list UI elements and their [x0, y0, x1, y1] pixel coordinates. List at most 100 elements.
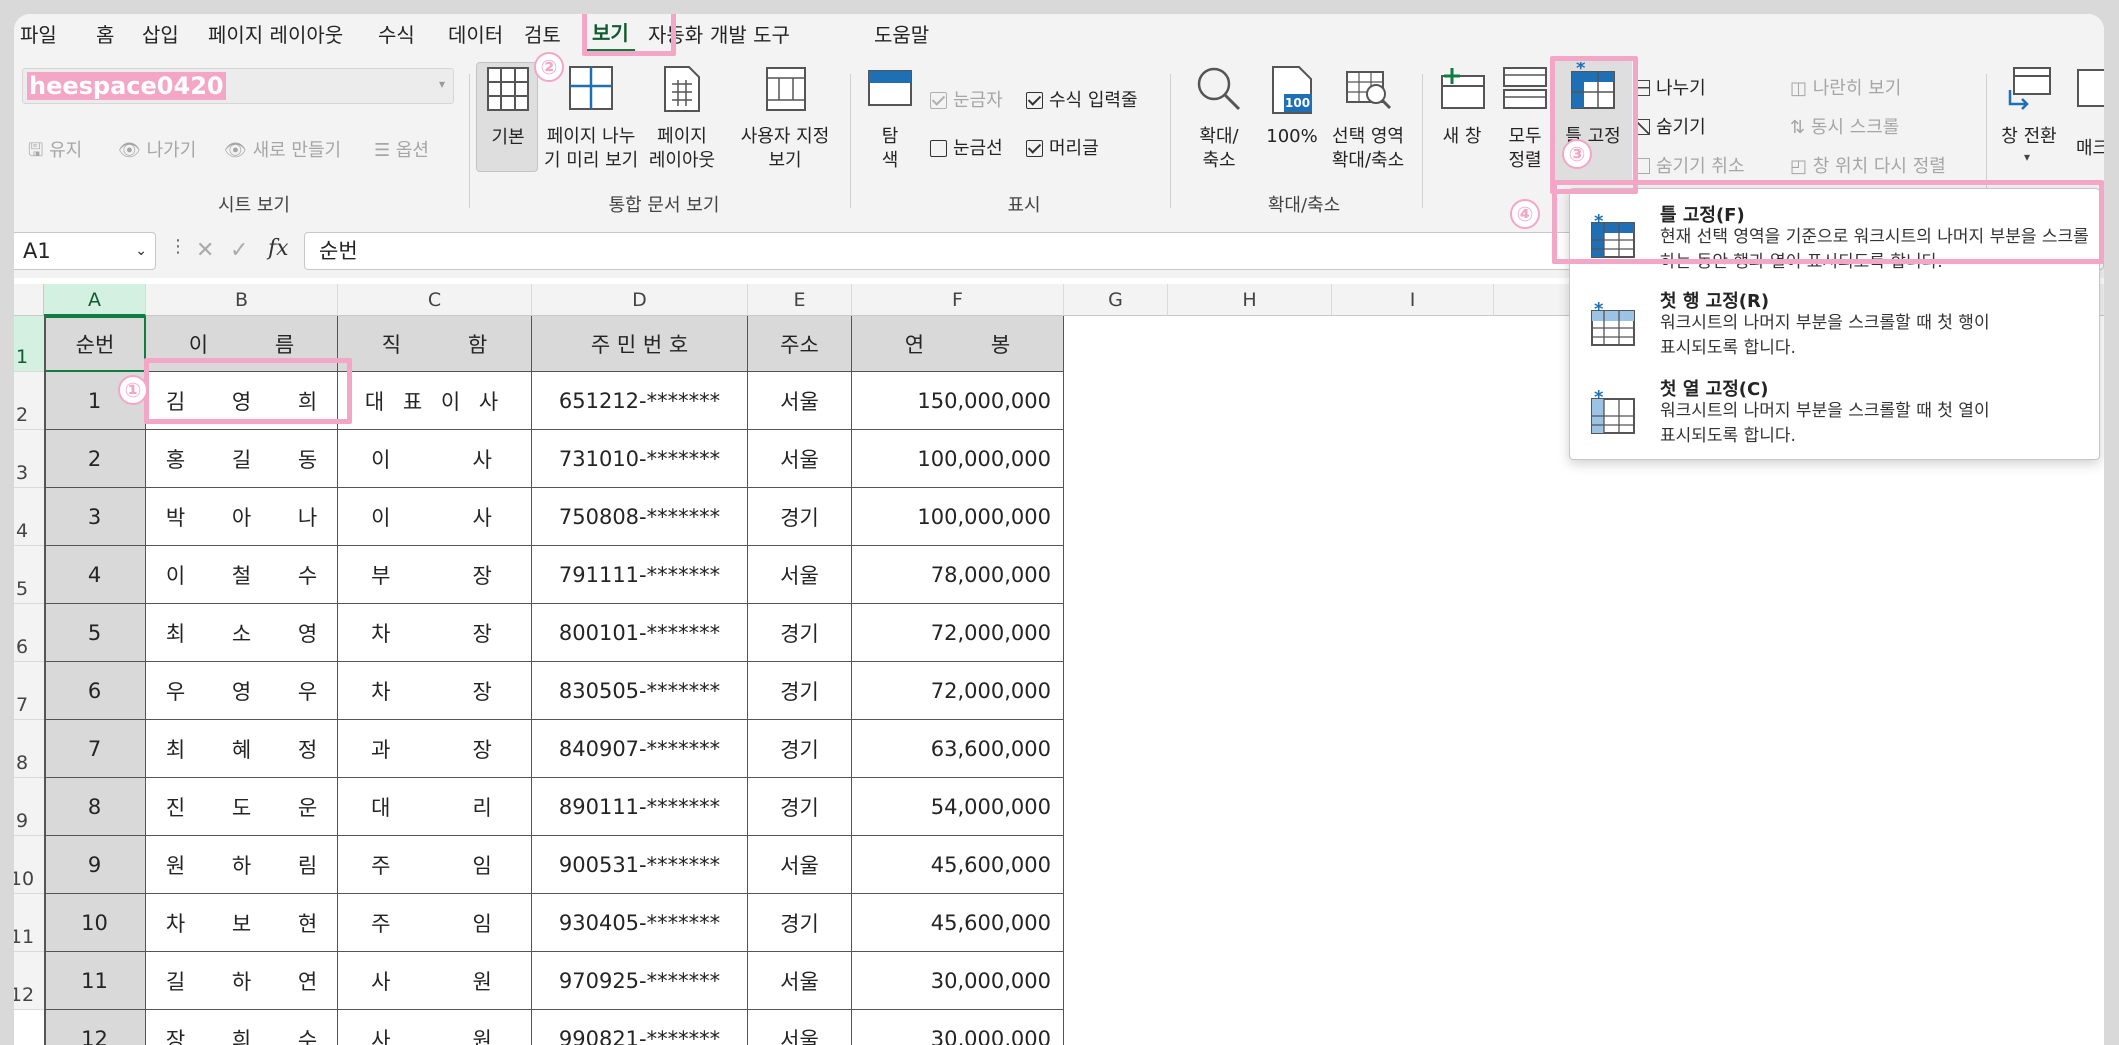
- split-button[interactable]: 나누기: [1634, 78, 1706, 100]
- table-cell[interactable]: 사 원: [338, 1010, 532, 1045]
- table-cell[interactable]: 이 철 수: [146, 546, 338, 604]
- page-break-preview-button[interactable]: 페이지 나누 기 미리 보기: [544, 62, 638, 177]
- freeze-top-row-option[interactable]: * 첫 행 고정(R) 워크시트의 나머지 부분을 스크롤할 때 첫 행이 표시되도록…: [1570, 283, 2099, 369]
- column-header-d[interactable]: D: [532, 284, 748, 316]
- table-cell[interactable]: 30,000,000: [852, 952, 1064, 1010]
- page-layout-button[interactable]: 페이지 레이아웃: [644, 62, 720, 177]
- table-cell[interactable]: 890111-*******: [532, 778, 748, 836]
- table-cell[interactable]: 6: [44, 662, 146, 720]
- row-header-7[interactable]: 7: [14, 662, 44, 720]
- column-header-f[interactable]: F: [852, 284, 1064, 316]
- table-cell[interactable]: 10: [44, 894, 146, 952]
- table-cell[interactable]: 경기: [748, 488, 852, 546]
- menu-tab-7[interactable]: 검토: [518, 18, 567, 52]
- table-cell[interactable]: 우 영 우: [146, 662, 338, 720]
- menu-tab-10[interactable]: 개발 도구: [704, 18, 796, 52]
- menu-tab-4[interactable]: 페이지 레이아웃: [202, 18, 349, 52]
- insert-function-icon[interactable]: fx: [268, 236, 289, 261]
- normal-view-button[interactable]: 기본: [476, 62, 538, 172]
- row-header-8[interactable]: 8: [14, 720, 44, 778]
- table-cell[interactable]: 100,000,000: [852, 430, 1064, 488]
- sync-scroll-button[interactable]: ⇅ 동시 스크롤: [1790, 117, 1899, 139]
- custom-views-button[interactable]: 사용자 지정 보기: [732, 62, 838, 177]
- menu-tab-11[interactable]: 도움말: [868, 18, 935, 52]
- table-cell[interactable]: 45,600,000: [852, 836, 1064, 894]
- view-side-by-side-button[interactable]: ◫ 나란히 보기: [1790, 78, 1901, 100]
- table-cell[interactable]: 900531-*******: [532, 836, 748, 894]
- row-header-3[interactable]: 3: [14, 430, 44, 488]
- row-header-6[interactable]: 6: [14, 604, 44, 662]
- row-header-1[interactable]: 1: [14, 316, 44, 372]
- table-cell[interactable]: 사 원: [338, 952, 532, 1010]
- table-cell[interactable]: 원 하 림: [146, 836, 338, 894]
- row-header-11[interactable]: 11: [14, 894, 44, 952]
- table-cell[interactable]: 서울: [748, 430, 852, 488]
- header-cell[interactable]: 주 민 번 호: [532, 316, 748, 372]
- row-header-9[interactable]: 9: [14, 778, 44, 836]
- table-cell[interactable]: 791111-*******: [532, 546, 748, 604]
- headings-checkbox[interactable]: 머리글: [1026, 138, 1099, 160]
- sheet-view-dropdown[interactable]: heespace0420 ▾: [22, 68, 454, 104]
- table-cell[interactable]: 63,600,000: [852, 720, 1064, 778]
- table-cell[interactable]: 장 희 수: [146, 1010, 338, 1045]
- new-window-button[interactable]: 새 창: [1432, 64, 1492, 164]
- ruler-checkbox[interactable]: 눈금자: [930, 90, 1003, 112]
- table-cell[interactable]: 서울: [748, 952, 852, 1010]
- table-cell[interactable]: 차 장: [338, 662, 532, 720]
- table-cell[interactable]: 과 장: [338, 720, 532, 778]
- unhide-button[interactable]: 숨기기 취소: [1634, 156, 1745, 178]
- table-cell[interactable]: 72,000,000: [852, 662, 1064, 720]
- table-cell[interactable]: 홍 길 동: [146, 430, 338, 488]
- row-header-5[interactable]: 5: [14, 546, 44, 604]
- column-header-a[interactable]: A: [44, 284, 146, 316]
- confirm-formula-icon[interactable]: ✓: [230, 238, 248, 263]
- table-cell[interactable]: 651212-*******: [532, 372, 748, 430]
- table-cell[interactable]: 30,000,000: [852, 1010, 1064, 1045]
- table-cell[interactable]: 서울: [748, 546, 852, 604]
- table-cell[interactable]: 경기: [748, 604, 852, 662]
- table-cell[interactable]: 45,600,000: [852, 894, 1064, 952]
- table-cell[interactable]: 이 사: [338, 430, 532, 488]
- table-cell[interactable]: 부 장: [338, 546, 532, 604]
- row-header-4[interactable]: 4: [14, 488, 44, 546]
- table-cell[interactable]: 840907-*******: [532, 720, 748, 778]
- table-cell[interactable]: 차 장: [338, 604, 532, 662]
- table-cell[interactable]: 박 아 나: [146, 488, 338, 546]
- sheet-view-new-button[interactable]: 👁 새로 만들기: [224, 140, 341, 162]
- table-cell[interactable]: 3: [44, 488, 146, 546]
- header-cell[interactable]: 순번: [44, 316, 146, 372]
- menu-tab-1[interactable]: 파일: [14, 18, 63, 52]
- table-cell[interactable]: 12: [44, 1010, 146, 1045]
- row-header-12[interactable]: 12: [14, 952, 44, 1010]
- table-cell[interactable]: 830505-*******: [532, 662, 748, 720]
- reset-window-position-button[interactable]: ◰ 창 위치 다시 정렬: [1790, 156, 1946, 178]
- zoom-button[interactable]: 확대/ 축소: [1182, 64, 1256, 184]
- column-header-i[interactable]: I: [1332, 284, 1494, 316]
- menu-tab-5[interactable]: 수식: [372, 18, 421, 52]
- table-cell[interactable]: 7: [44, 720, 146, 778]
- row-header-10[interactable]: 10: [14, 836, 44, 894]
- table-cell[interactable]: 150,000,000: [852, 372, 1064, 430]
- table-cell[interactable]: 9: [44, 836, 146, 894]
- table-cell[interactable]: 2: [44, 430, 146, 488]
- table-cell[interactable]: 72,000,000: [852, 604, 1064, 662]
- table-cell[interactable]: 78,000,000: [852, 546, 1064, 604]
- table-cell[interactable]: 주 임: [338, 894, 532, 952]
- table-cell[interactable]: 8: [44, 778, 146, 836]
- column-header-c[interactable]: C: [338, 284, 532, 316]
- navigation-button[interactable]: 탐 색: [866, 66, 914, 181]
- header-cell[interactable]: 주소: [748, 316, 852, 372]
- table-cell[interactable]: 길 하 연: [146, 952, 338, 1010]
- column-header-b[interactable]: B: [146, 284, 338, 316]
- table-cell[interactable]: 경기: [748, 894, 852, 952]
- sheet-view-keep-button[interactable]: 🖫 유지: [28, 140, 82, 162]
- table-cell[interactable]: 경기: [748, 778, 852, 836]
- table-cell[interactable]: 최 소 영: [146, 604, 338, 662]
- table-cell[interactable]: 주 임: [338, 836, 532, 894]
- table-cell[interactable]: 경기: [748, 662, 852, 720]
- table-cell[interactable]: 990821-*******: [532, 1010, 748, 1045]
- header-cell[interactable]: 연 봉: [852, 316, 1064, 372]
- name-box[interactable]: A1 ⌄: [14, 232, 156, 270]
- menu-tab-3[interactable]: 삽입: [136, 18, 185, 52]
- table-cell[interactable]: 800101-*******: [532, 604, 748, 662]
